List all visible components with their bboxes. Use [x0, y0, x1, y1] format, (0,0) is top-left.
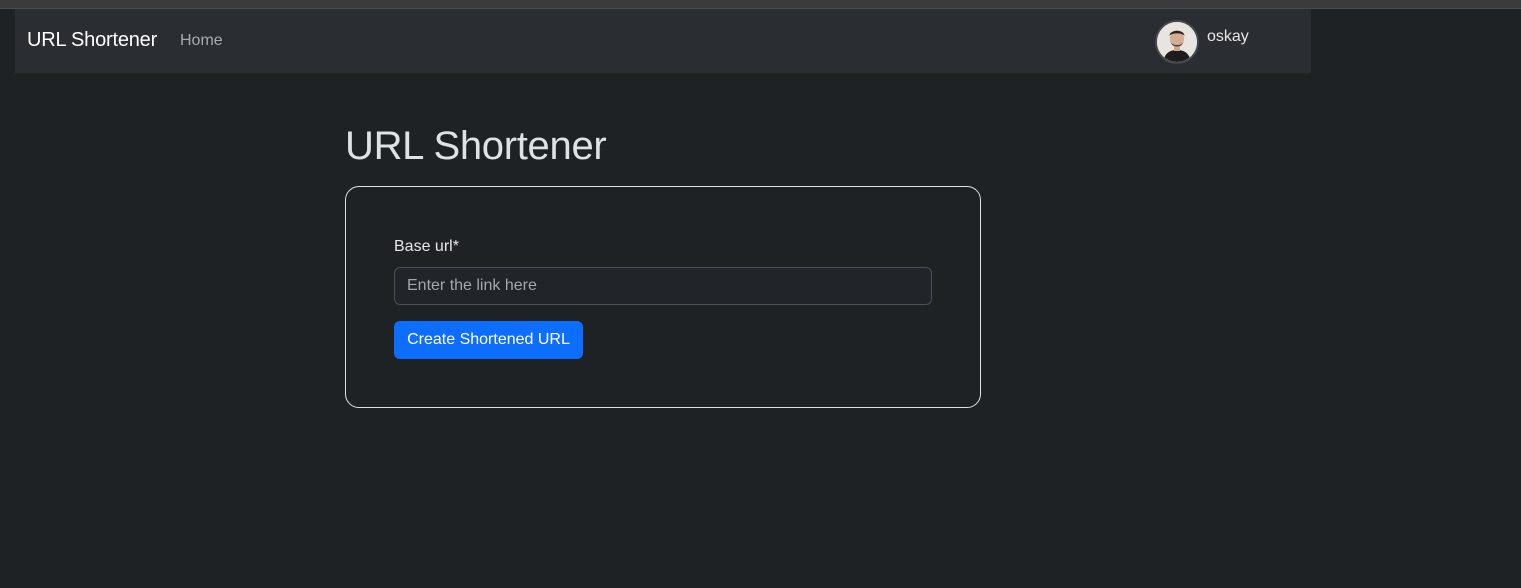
navbar: URL Shortener Home oskay — [15, 9, 1311, 73]
window-top-strip — [0, 0, 1521, 9]
user-avatar-icon[interactable] — [1155, 20, 1199, 64]
base-url-label: Base url* — [394, 238, 459, 255]
shorten-form-card: Base url* Create Shortened URL — [345, 186, 981, 408]
base-url-input[interactable] — [394, 267, 932, 305]
navbar-brand[interactable]: URL Shortener — [27, 29, 157, 52]
nav-link-home[interactable]: Home — [180, 32, 223, 50]
create-shortened-url-button[interactable]: Create Shortened URL — [394, 321, 583, 359]
page-title: URL Shortener — [345, 124, 607, 168]
user-menu[interactable]: oskay — [1155, 18, 1249, 66]
username[interactable]: oskay — [1207, 28, 1249, 46]
